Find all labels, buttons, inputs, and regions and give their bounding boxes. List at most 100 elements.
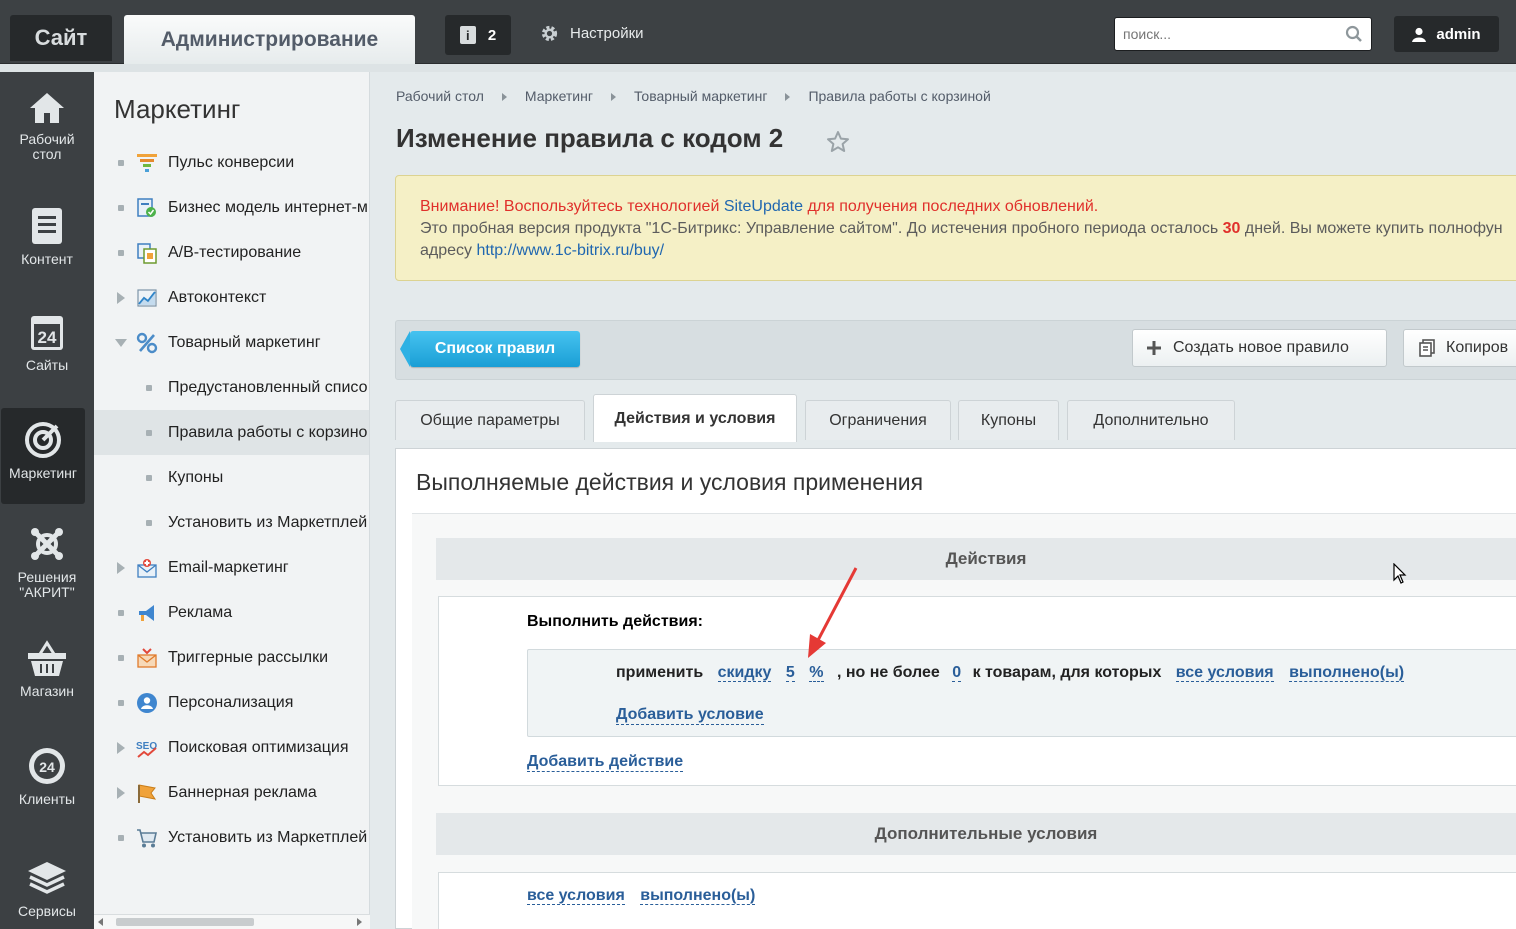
scroll-right-icon[interactable] [357, 918, 362, 926]
fulfilled-link[interactable]: выполнено(ы) [1289, 664, 1405, 682]
email-icon [137, 558, 157, 578]
do-actions-title: Выполнить действия: [527, 613, 703, 630]
warning-text: для получения последних обновлений. [803, 198, 1099, 215]
conditions-area: Действия Выполнить действия: применить с… [412, 513, 1516, 929]
copy-rule-button[interactable]: Копиров [1403, 329, 1516, 367]
search-box [1114, 17, 1372, 51]
menu-item-label: Товарный маркетинг [168, 333, 321, 351]
scrollbar-thumb[interactable] [116, 918, 254, 926]
site-tab[interactable]: Сайт [10, 15, 112, 61]
trigger-mail-icon [137, 647, 157, 668]
menu-item-product-marketing[interactable]: Товарный маркетинг [94, 320, 369, 365]
tab-actions-conditions[interactable]: Действия и условия [593, 394, 797, 442]
breadcrumb-item[interactable]: Правила работы с корзиной [808, 88, 990, 104]
add-action-link[interactable]: Добавить действие [527, 753, 684, 772]
bullet-icon [146, 519, 152, 526]
menu-item-email-marketing[interactable]: Email-маркетинг [94, 545, 369, 590]
iconbar-label: Магазин [19, 683, 74, 699]
menu-item-label: Поисковая оптимизация [168, 738, 349, 756]
action-row: применить скидку 5 % , но не более 0 к т… [616, 664, 1409, 682]
expand-arrow-icon[interactable] [117, 291, 125, 304]
buy-link[interactable]: http://www.1c-bitrix.ru/buy/ [476, 242, 664, 259]
menu-item-business-model[interactable]: Бизнес модель интернет-м [94, 185, 369, 230]
menu-item-trigger-mailings[interactable]: Триггерные рассылки [94, 635, 369, 680]
expand-arrow-icon[interactable] [117, 561, 125, 574]
iconbar-item-desktop[interactable]: Рабочий стол [0, 90, 94, 162]
menu-item-marketplace-install[interactable]: Установить из Маркетплей [94, 815, 369, 860]
user-menu-button[interactable]: admin [1394, 16, 1499, 52]
expand-arrow-icon[interactable] [117, 786, 125, 799]
menu-item-label: A/B-тестирование [168, 243, 302, 261]
menu-item-personalization[interactable]: Персонализация [94, 680, 369, 725]
extra-conditions-row: все условия выполнено(ы) [527, 887, 760, 905]
scroll-left-icon[interactable] [98, 918, 103, 926]
warning-text: адресу [420, 242, 477, 259]
iconbar-label: Контент [21, 251, 73, 267]
home-icon [30, 93, 64, 123]
page-title: Изменение правила с кодом 2 [396, 123, 784, 153]
extra-all-conditions-link[interactable]: все условия [527, 887, 625, 905]
menu-item-label: Установить из Маркетплей [168, 513, 368, 531]
extra-conditions-header: Дополнительные условия [436, 813, 1516, 855]
iconbar-item-services[interactable]: Сервисы [0, 858, 94, 919]
tab-limits[interactable]: Ограничения [805, 400, 951, 440]
menu-item-cart-rules[interactable]: Правила работы с корзино [94, 410, 369, 455]
tab-coupons[interactable]: Купоны [958, 400, 1059, 440]
actions-box: Выполнить действия: применить скидку 5 %… [438, 596, 1516, 786]
iconbar-item-shop[interactable]: Магазин [0, 640, 94, 699]
menu-horizontal-scrollbar[interactable] [94, 914, 370, 929]
menu-item-label: Предустановленный списо [168, 378, 368, 396]
create-rule-button[interactable]: Создать новое правило [1132, 329, 1387, 367]
iconbar-item-sites[interactable]: 24 Сайты [0, 312, 94, 373]
menu-item-ab-testing[interactable]: A/B-тестирование [94, 230, 369, 275]
extra-fulfilled-link[interactable]: выполнено(ы) [640, 887, 756, 905]
admin-tab[interactable]: Администрирование [124, 15, 415, 65]
iconbar-item-marketing[interactable]: Маркетинг [1, 408, 85, 504]
notifications-count: 2 [487, 26, 497, 44]
warning-line-3: адресу http://www.1c-bitrix.ru/buy/ [420, 240, 1500, 262]
search-input[interactable] [1123, 26, 1345, 42]
rules-list-button[interactable]: Список правил [400, 331, 580, 367]
iconbar-item-clients[interactable]: 24 Клиенты [0, 746, 94, 807]
iconbar-item-akrit[interactable]: Решения "АКРИТ" [0, 524, 94, 600]
cart-icon [137, 828, 157, 847]
menu-item-advertising[interactable]: Реклама [94, 590, 369, 635]
breadcrumb-separator-icon [610, 93, 616, 101]
tab-additional[interactable]: Дополнительно [1067, 400, 1235, 440]
menu-item-coupons[interactable]: Купоны [94, 455, 369, 500]
tab-general[interactable]: Общие параметры [395, 400, 585, 440]
favorite-star-icon[interactable] [826, 130, 850, 154]
discount-type-link[interactable]: скидку [717, 664, 772, 682]
panel-heading: Выполняемые действия и условия применени… [416, 469, 924, 495]
search-icon[interactable] [1345, 25, 1363, 43]
discount-unit-link[interactable]: % [809, 664, 824, 682]
all-conditions-link[interactable]: все условия [1175, 664, 1274, 682]
breadcrumb-item[interactable]: Товарный маркетинг [634, 88, 767, 104]
menu-item-label: Баннерная реклама [168, 783, 317, 801]
clients-24-icon: 24 [29, 748, 65, 784]
notifications-button[interactable]: i 2 [445, 15, 511, 55]
menu-item-seo[interactable]: SEO Поисковая оптимизация [94, 725, 369, 770]
target-icon [25, 422, 61, 458]
menu-item-presets[interactable]: Предустановленный списо [94, 365, 369, 410]
iconbar-item-content[interactable]: Контент [0, 206, 94, 267]
collapse-arrow-icon[interactable] [115, 338, 127, 347]
breadcrumb-item[interactable]: Маркетинг [525, 88, 593, 104]
menu-item-banner-ads[interactable]: Баннерная реклама [94, 770, 369, 815]
menu-item-autocontext[interactable]: Автоконтекст [94, 275, 369, 320]
iconbar-label: Сайты [25, 357, 69, 373]
menu-item-conversion-pulse[interactable]: Пульс конверсии [94, 140, 369, 185]
discount-amount-link[interactable]: 5 [785, 664, 795, 682]
expand-arrow-icon[interactable] [117, 741, 125, 754]
bullet-icon [146, 384, 152, 391]
plus-icon [1147, 341, 1161, 355]
warning-text: Это пробная версия продукта "1С-Битрикс:… [420, 220, 1223, 237]
add-condition-link[interactable]: Добавить условие [616, 706, 764, 725]
bullet-icon [118, 654, 124, 661]
breadcrumb-item[interactable]: Рабочий стол [396, 88, 484, 104]
siteupdate-link[interactable]: SiteUpdate [724, 198, 803, 215]
top-bar-stripe [0, 64, 1516, 72]
settings-button[interactable]: Настройки [540, 24, 644, 43]
max-discount-link[interactable]: 0 [952, 664, 962, 682]
menu-item-marketplace-install-sub[interactable]: Установить из Маркетплей [94, 500, 369, 545]
